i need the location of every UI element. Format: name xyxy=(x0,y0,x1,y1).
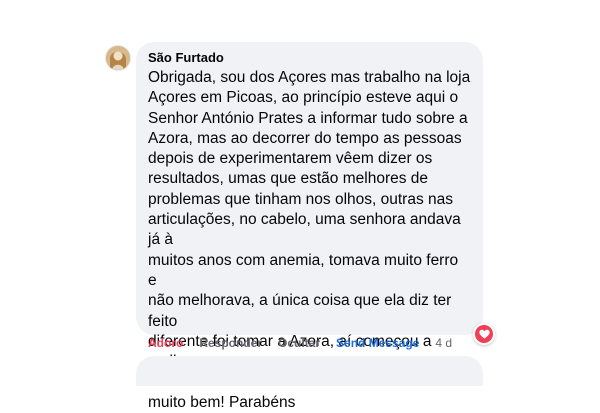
comment-author[interactable]: São Furtado xyxy=(148,50,471,66)
comment-avatar[interactable] xyxy=(106,46,130,70)
heart-icon xyxy=(475,325,493,343)
next-comment-bubble xyxy=(136,356,483,386)
avatar-image xyxy=(106,46,130,70)
comment-bubble: São Furtado Obrigada, sou dos Açores mas… xyxy=(136,42,483,411)
comment-timestamp[interactable]: 4 d xyxy=(435,336,452,350)
comment-actions: Adoro Responder Ocultar Send Message 4 d xyxy=(148,335,452,351)
send-message-button[interactable]: Send Message xyxy=(336,336,419,350)
reply-button[interactable]: Responder xyxy=(199,336,262,350)
reaction-badge[interactable] xyxy=(473,323,495,345)
love-reaction-button[interactable]: Adoro xyxy=(148,336,183,350)
hide-button[interactable]: Ocultar xyxy=(278,336,320,350)
